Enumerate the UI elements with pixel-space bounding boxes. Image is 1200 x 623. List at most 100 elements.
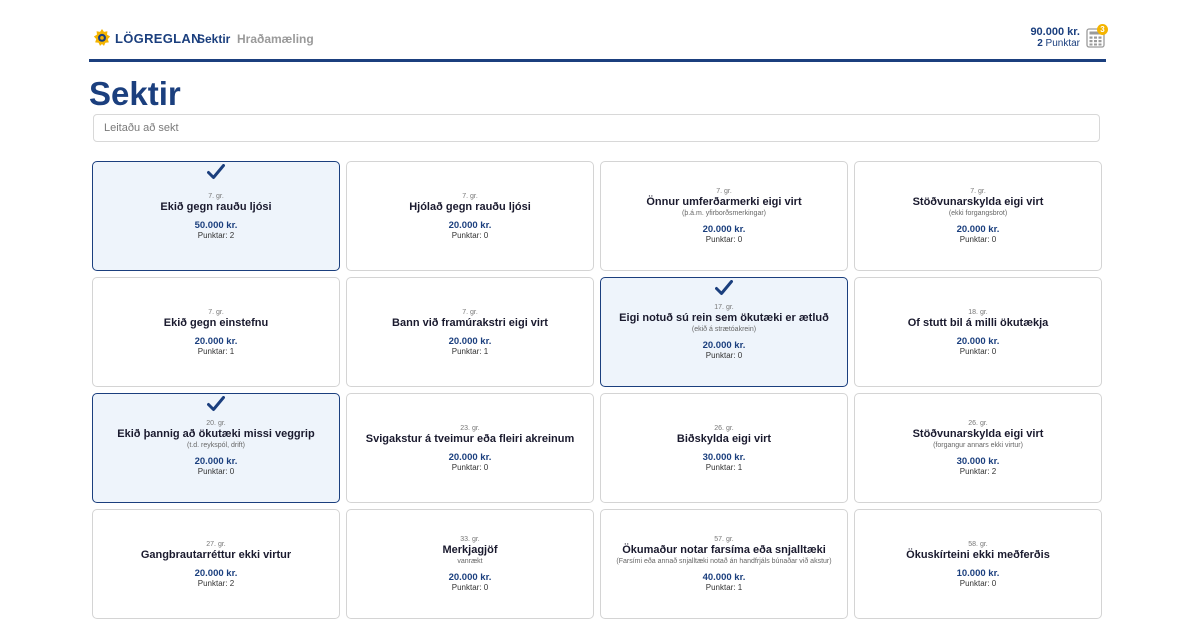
- fine-name: Biðskylda eigi virt: [676, 432, 772, 445]
- fine-points: Punktar: 0: [197, 467, 235, 476]
- article-number: 57. gr.: [714, 536, 734, 543]
- article-number: 7. gr.: [208, 192, 224, 200]
- article-number: 17. gr.: [714, 304, 734, 311]
- summary-points-value: 2: [1037, 38, 1043, 49]
- fine-card[interactable]: 27. gr. Gangbrautarréttur ekki virtur 20…: [92, 509, 340, 619]
- article-number: 7. gr.: [462, 308, 478, 316]
- nav-hradamaeling[interactable]: Hraðamæling: [237, 32, 314, 46]
- fine-points: Punktar: 2: [959, 467, 997, 476]
- calculator-count-badge: 3: [1097, 24, 1108, 35]
- fine-name: Gangbrautarréttur ekki virtur: [140, 548, 292, 561]
- fine-points: Punktar: 2: [197, 578, 235, 588]
- nav-sektir[interactable]: Sektir: [197, 32, 230, 46]
- article-number: 7. gr.: [208, 308, 224, 316]
- fine-points: Punktar: 1: [451, 346, 489, 356]
- summary-amount: 90.000 kr.: [1030, 26, 1080, 38]
- fine-price: 20.000 kr.: [448, 572, 492, 583]
- fine-points: Punktar: 1: [705, 462, 743, 472]
- page-title: Sektir: [89, 75, 181, 112]
- fine-price: 30.000 kr.: [956, 456, 1000, 467]
- fine-name: Stöðvunarskylda eigi virt: [912, 428, 1044, 440]
- fine-card[interactable]: 7. gr. Bann við framúrakstri eigi virt 2…: [346, 277, 594, 387]
- fine-name: Ekið gegn einstefnu: [163, 316, 269, 329]
- fine-price: 20.000 kr.: [956, 224, 1000, 235]
- fine-card[interactable]: 7. gr. Ekið gegn rauðu ljósi 50.000 kr. …: [92, 161, 340, 271]
- fine-description: (ekki forgangsbrot): [948, 210, 1008, 217]
- summary-points-label: Punktar: [1045, 38, 1080, 49]
- fine-summary: 90.000 kr. 2 Punktar: [1030, 26, 1080, 50]
- fine-name: Önnur umferðarmerki eigi virt: [646, 196, 802, 208]
- fines-grid: 7. gr. Ekið gegn rauðu ljósi 50.000 kr. …: [92, 161, 1102, 619]
- fine-description: (Farsími eða annað snjalltæki notað án h…: [616, 558, 832, 565]
- fine-points: Punktar: 0: [959, 346, 997, 356]
- fine-card[interactable]: 17. gr. Eigi notuð sú rein sem ökutæki e…: [600, 277, 848, 387]
- article-number: 23. gr.: [460, 424, 480, 432]
- fine-name: Ökumaður notar farsíma eða snjalltæki: [622, 544, 826, 556]
- logo[interactable]: LÖGREGLAN: [93, 29, 201, 47]
- fine-points: Punktar: 0: [451, 462, 489, 472]
- fine-card[interactable]: 33. gr. Merkjagjöf vanrækt 20.000 kr. Pu…: [346, 509, 594, 619]
- fine-price: 20.000 kr.: [702, 340, 746, 351]
- fine-points: Punktar: 1: [197, 346, 235, 356]
- fine-card[interactable]: 18. gr. Of stutt bil á milli ökutækja 20…: [854, 277, 1102, 387]
- fine-points: Punktar: 0: [451, 583, 489, 592]
- summary-points: 2 Punktar: [1030, 38, 1080, 49]
- fine-card[interactable]: 7. gr. Hjólað gegn rauðu ljósi 20.000 kr…: [346, 161, 594, 271]
- fine-description: (t.d. reykspól, drift): [187, 442, 245, 449]
- fine-name: Of stutt bil á milli ökutækja: [907, 316, 1049, 329]
- article-number: 27. gr.: [206, 540, 226, 548]
- fine-description: (ekið á strætóakrein): [691, 326, 757, 333]
- fine-price: 50.000 kr.: [194, 219, 238, 231]
- fine-card[interactable]: 26. gr. Biðskylda eigi virt 30.000 kr. P…: [600, 393, 848, 503]
- fine-card[interactable]: 20. gr. Ekið þannig að ökutæki missi veg…: [92, 393, 340, 503]
- fine-name: Bann við framúrakstri eigi virt: [392, 316, 548, 329]
- checkmark-icon: [207, 396, 225, 411]
- fine-card[interactable]: 26. gr. Stöðvunarskylda eigi virt (forga…: [854, 393, 1102, 503]
- fine-price: 30.000 kr.: [702, 451, 746, 463]
- fine-name: Stöðvunarskylda eigi virt: [912, 196, 1044, 208]
- fine-description: vanrækt: [457, 558, 483, 565]
- fine-description: (þ.á.m. yfirborðsmerkingar): [681, 210, 767, 217]
- fine-card[interactable]: 23. gr. Svigakstur á tveimur eða fleiri …: [346, 393, 594, 503]
- fine-card[interactable]: 57. gr. Ökumaður notar farsíma eða snjal…: [600, 509, 848, 619]
- fine-price: 20.000 kr.: [194, 456, 238, 467]
- fine-points: Punktar: 0: [959, 235, 997, 244]
- fine-price: 20.000 kr.: [448, 451, 492, 463]
- fine-price: 20.000 kr.: [448, 335, 492, 347]
- fine-card[interactable]: 7. gr. Ekið gegn einstefnu 20.000 kr. Pu…: [92, 277, 340, 387]
- fine-points: Punktar: 2: [197, 230, 235, 240]
- article-number: 26. gr.: [968, 420, 988, 427]
- top-header: LÖGREGLAN Sektir Hraðamæling 90.000 kr. …: [89, 22, 1108, 62]
- fine-name: Ökuskírteini ekki meðferðis: [906, 548, 1050, 561]
- fine-card[interactable]: 58. gr. Ökuskírteini ekki meðferðis 10.0…: [854, 509, 1102, 619]
- fine-price: 20.000 kr.: [194, 567, 238, 579]
- checkmark-icon: [207, 164, 225, 179]
- article-number: 7. gr.: [716, 188, 732, 195]
- checkmark-icon: [715, 280, 733, 295]
- fine-name: Ekið þannig að ökutæki missi veggrip: [117, 428, 315, 440]
- fine-name: Ekið gegn rauðu ljósi: [160, 200, 272, 213]
- article-number: 7. gr.: [462, 192, 478, 200]
- fine-description: (forgangur annars ekki virtur): [933, 442, 1023, 449]
- article-number: 20. gr.: [206, 420, 226, 427]
- fine-name: Eigi notuð sú rein sem ökutæki er ætluð: [619, 312, 829, 324]
- fine-card[interactable]: 7. gr. Önnur umferðarmerki eigi virt (þ.…: [600, 161, 848, 271]
- police-star-icon: [93, 29, 111, 46]
- article-number: 58. gr.: [968, 540, 988, 548]
- article-number: 18. gr.: [968, 308, 988, 316]
- calculator-button[interactable]: 3: [1086, 24, 1108, 48]
- fine-name: Merkjagjöf: [442, 544, 498, 556]
- fine-points: Punktar: 0: [451, 230, 489, 240]
- fine-name: Svigakstur á tveimur eða fleiri akreinum: [365, 432, 575, 445]
- fine-points: Punktar: 1: [705, 583, 743, 592]
- fine-card[interactable]: 7. gr. Stöðvunarskylda eigi virt (ekki f…: [854, 161, 1102, 271]
- fine-points: Punktar: 0: [705, 351, 743, 360]
- fine-price: 20.000 kr.: [194, 335, 238, 347]
- fine-price: 20.000 kr.: [702, 224, 746, 235]
- fine-points: Punktar: 0: [959, 578, 997, 588]
- fine-price: 10.000 kr.: [956, 567, 1000, 579]
- article-number: 33. gr.: [460, 536, 480, 543]
- search-input[interactable]: [93, 114, 1100, 142]
- fine-points: Punktar: 0: [705, 235, 743, 244]
- fine-price: 20.000 kr.: [956, 335, 1000, 347]
